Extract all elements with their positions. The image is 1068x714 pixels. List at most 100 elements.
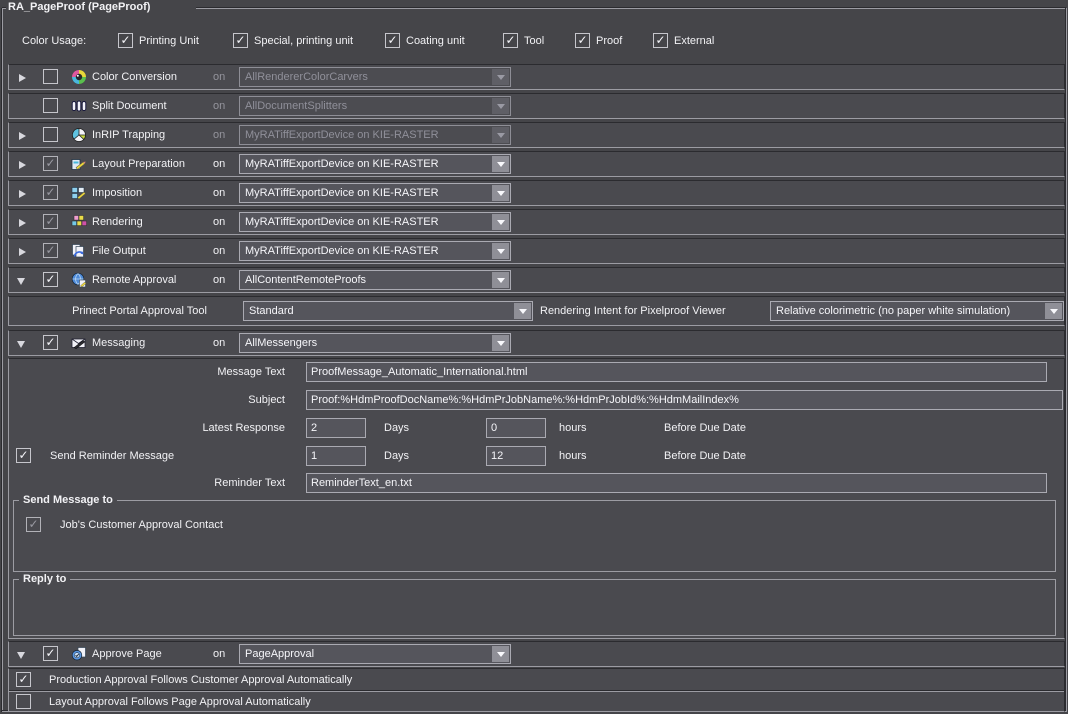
row-split-document: Split Document on AllDocumentSplitters xyxy=(8,93,1065,119)
row-file-output: ✓ File Output on MyRATiffExportDevice on… xyxy=(8,238,1065,264)
dropdown-arrow-icon[interactable] xyxy=(1045,303,1062,319)
row-inrip-trapping: InRIP Trapping on MyRATiffExportDevice o… xyxy=(8,122,1065,148)
messaging-enable-checkbox[interactable]: ✓ xyxy=(43,335,58,350)
subject-input[interactable] xyxy=(306,390,1063,410)
collapse-arrow-icon[interactable] xyxy=(17,341,25,348)
dropdown-arrow-icon[interactable] xyxy=(492,214,509,230)
layout-approval-checkbox[interactable] xyxy=(16,694,31,709)
device-select-value: AllRendererColorCarvers xyxy=(245,69,490,86)
expand-arrow-icon[interactable] xyxy=(19,190,26,198)
portal-approval-tool-select[interactable]: Standard xyxy=(243,301,533,321)
row-label: Split Document xyxy=(92,95,167,118)
device-select: AllRendererColorCarvers xyxy=(239,67,511,87)
device-select-value: AllContentRemoteProofs xyxy=(245,272,490,289)
device-select[interactable]: MyRATiffExportDevice on KIE-RASTER xyxy=(239,154,511,174)
dropdown-arrow-icon[interactable] xyxy=(492,243,509,259)
device-select-value: MyRATiffExportDevice on KIE-RASTER xyxy=(245,127,490,144)
message-text-input[interactable] xyxy=(306,362,1047,382)
expand-arrow-icon[interactable] xyxy=(19,74,26,82)
on-label: on xyxy=(213,95,225,118)
proof-checkbox[interactable]: ✓ xyxy=(575,33,590,48)
remote-approval-icon xyxy=(71,272,87,288)
latest-response-days-input[interactable] xyxy=(306,418,366,438)
dropdown-arrow-icon xyxy=(492,127,509,143)
printing-unit-checkbox[interactable]: ✓ xyxy=(118,33,133,48)
row-label: Color Conversion xyxy=(92,66,177,89)
reminder-text-input[interactable] xyxy=(306,473,1047,493)
expand-arrow-icon[interactable] xyxy=(19,219,26,227)
row-color-conversion: Color Conversion on AllRendererColorCarv… xyxy=(8,64,1065,90)
approve-page-enable-checkbox[interactable]: ✓ xyxy=(43,646,58,661)
reminder-days-input[interactable] xyxy=(306,446,366,466)
imposition-enable-checkbox: ✓ xyxy=(43,185,58,200)
on-label: on xyxy=(213,240,225,263)
device-select[interactable]: AllMessengers xyxy=(239,333,511,353)
send-reminder-label: Send Reminder Message xyxy=(50,446,174,466)
hours-label: hours xyxy=(559,446,587,466)
dropdown-arrow-icon[interactable] xyxy=(492,335,509,351)
remote-approval-details-panel: Prinect Portal Approval Tool Standard Re… xyxy=(8,296,1065,326)
expand-arrow-icon[interactable] xyxy=(19,248,26,256)
device-select[interactable]: AllContentRemoteProofs xyxy=(239,270,511,290)
jobs-customer-approval-contact-checkbox: ✓ xyxy=(26,517,41,532)
expand-arrow-icon[interactable] xyxy=(19,132,26,140)
row-label: Messaging xyxy=(92,332,145,355)
collapse-arrow-icon[interactable] xyxy=(17,652,25,659)
color-usage-label: Color Usage: xyxy=(22,31,86,51)
split-document-enable-checkbox[interactable] xyxy=(43,98,58,113)
dropdown-arrow-icon[interactable] xyxy=(514,303,531,319)
messaging-details-panel: Message Text Subject Latest Response Day… xyxy=(8,358,1065,639)
device-select: MyRATiffExportDevice on KIE-RASTER xyxy=(239,125,511,145)
dropdown-arrow-icon[interactable] xyxy=(492,156,509,172)
rendering-intent-label: Rendering Intent for Pixelproof Viewer xyxy=(540,301,726,321)
row-approve-page: ✓ Approve Page on PageApproval xyxy=(8,641,1065,667)
proof-label: Proof xyxy=(596,31,622,51)
portal-approval-tool-value: Standard xyxy=(249,303,512,320)
portal-approval-tool-label: Prinect Portal Approval Tool xyxy=(19,301,207,321)
frame-border-right xyxy=(1066,8,1067,712)
dropdown-arrow-icon[interactable] xyxy=(492,646,509,662)
external-label: External xyxy=(674,31,714,51)
tool-checkbox[interactable]: ✓ xyxy=(503,33,518,48)
on-label: on xyxy=(213,124,225,147)
coating-unit-checkbox[interactable]: ✓ xyxy=(385,33,400,48)
latest-response-hours-input[interactable] xyxy=(486,418,546,438)
inrip-trapping-enable-checkbox[interactable] xyxy=(43,127,58,142)
device-select[interactable]: MyRATiffExportDevice on KIE-RASTER xyxy=(239,241,511,261)
frame-border-left xyxy=(2,8,3,712)
dropdown-arrow-icon[interactable] xyxy=(492,185,509,201)
send-message-to-group: Send Message to ✓ Job's Customer Approva… xyxy=(13,500,1056,572)
row-messaging: ✓ Messaging on AllMessengers xyxy=(8,330,1065,356)
rendering-intent-select[interactable]: Relative colorimetric (no paper white si… xyxy=(770,301,1064,321)
coating-unit-label: Coating unit xyxy=(406,31,465,51)
on-label: on xyxy=(213,182,225,205)
production-approval-checkbox[interactable]: ✓ xyxy=(16,672,31,687)
external-checkbox[interactable]: ✓ xyxy=(653,33,668,48)
days-label: Days xyxy=(384,418,409,438)
color-conversion-enable-checkbox[interactable] xyxy=(43,69,58,84)
special-printing-unit-checkbox[interactable]: ✓ xyxy=(233,33,248,48)
approve-page-icon xyxy=(71,646,87,662)
dropdown-arrow-icon[interactable] xyxy=(492,272,509,288)
production-approval-label: Production Approval Follows Customer App… xyxy=(49,670,352,690)
imposition-icon xyxy=(71,185,87,201)
file-output-icon xyxy=(71,243,87,259)
device-select[interactable]: PageApproval xyxy=(239,644,511,664)
device-select[interactable]: MyRATiffExportDevice on KIE-RASTER xyxy=(239,183,511,203)
messaging-icon xyxy=(71,335,87,351)
days-label: Days xyxy=(384,446,409,466)
row-label: InRIP Trapping xyxy=(92,124,165,147)
remote-approval-enable-checkbox[interactable]: ✓ xyxy=(43,272,58,287)
rendering-enable-checkbox: ✓ xyxy=(43,214,58,229)
row-label: Layout Preparation xyxy=(92,153,185,176)
collapse-arrow-icon[interactable] xyxy=(17,278,25,285)
reminder-hours-input[interactable] xyxy=(486,446,546,466)
reply-to-group: Reply to xyxy=(13,579,1056,636)
send-reminder-checkbox[interactable]: ✓ xyxy=(16,448,31,463)
expand-arrow-icon[interactable] xyxy=(19,161,26,169)
device-select[interactable]: MyRATiffExportDevice on KIE-RASTER xyxy=(239,212,511,232)
hours-label: hours xyxy=(559,418,587,438)
reminder-text-label: Reminder Text xyxy=(105,473,285,493)
row-label: Approve Page xyxy=(92,643,162,666)
color-conversion-icon xyxy=(71,69,87,85)
